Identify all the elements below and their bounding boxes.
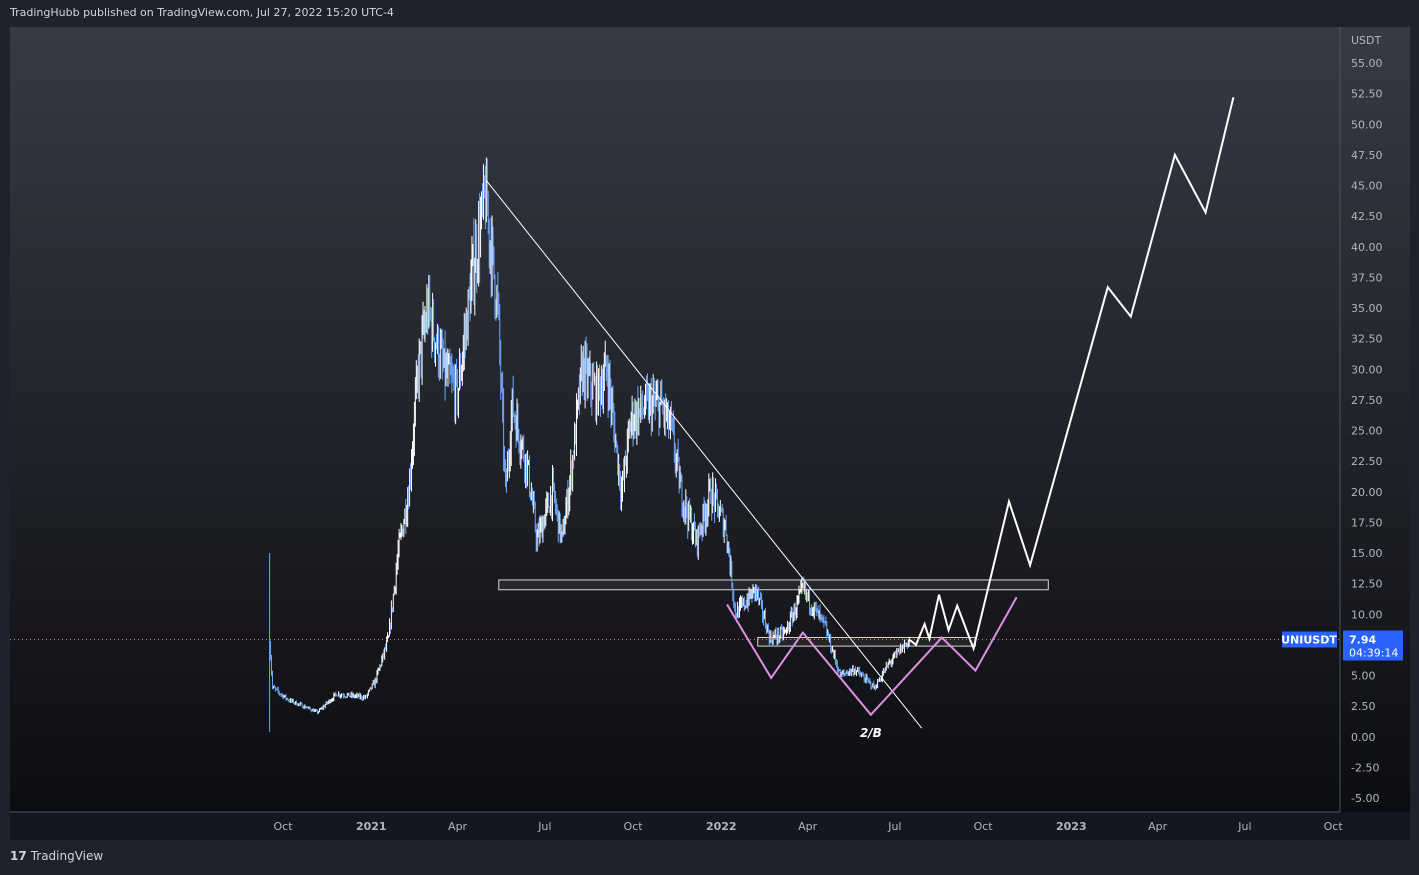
y-tick-label: 20.00 [1351, 486, 1383, 499]
y-tick-label: 55.00 [1351, 57, 1383, 70]
y-tick-label: 17.50 [1351, 516, 1383, 529]
price-axis[interactable] [1340, 27, 1410, 812]
price-chart[interactable]: USDT 55.00 52.50 50.00 47.50 45.00 42.50 40.00… [10, 27, 1410, 840]
x-tick-label: Apr [798, 820, 818, 833]
y-tick-label: 35.00 [1351, 302, 1383, 315]
y-tick-label: -5.00 [1351, 792, 1379, 805]
tv-logo-icon: 𝟭𝟳 [10, 849, 27, 863]
x-tick-label: Oct [1324, 820, 1344, 833]
plot-background [10, 27, 1340, 812]
y-tick-label: 5.00 [1351, 670, 1376, 683]
y-tick-label: 22.50 [1351, 455, 1383, 468]
x-tick-label: Jul [1237, 820, 1251, 833]
y-tick-label: 30.00 [1351, 363, 1383, 376]
x-tick-label: Apr [448, 820, 468, 833]
y-tick-label: 25.00 [1351, 425, 1383, 438]
y-tick-label: 12.50 [1351, 578, 1383, 591]
y-tick-label: 10.00 [1351, 608, 1383, 621]
chart-area[interactable]: USDT 55.00 52.50 50.00 47.50 45.00 42.50 40.00… [10, 27, 1410, 840]
last-price: 7.94 [1349, 633, 1376, 646]
x-tick-label: Oct [974, 820, 994, 833]
symbol-label: UNIUSDT [1281, 633, 1337, 646]
x-tick-label: Oct [274, 820, 294, 833]
y-tick-label: 40.00 [1351, 241, 1383, 254]
x-tick-label: Jul [887, 820, 901, 833]
y-tick-label: 37.50 [1351, 271, 1383, 284]
currency-label: USDT [1351, 34, 1382, 47]
support-zone [498, 579, 1049, 591]
y-tick-label: 32.50 [1351, 333, 1383, 346]
publish-info: TradingHubb published on TradingView.com… [10, 6, 394, 19]
x-tick-label: 2023 [1056, 820, 1087, 833]
x-tick-label: 2021 [356, 820, 387, 833]
wave-label: 2/B [860, 726, 882, 740]
y-tick-label: 2.50 [1351, 700, 1376, 713]
y-tick-label: 42.50 [1351, 210, 1383, 223]
y-tick-label: 45.00 [1351, 180, 1383, 193]
y-tick-label: 27.50 [1351, 394, 1383, 407]
y-tick-label: 50.00 [1351, 118, 1383, 131]
y-tick-label: -2.50 [1351, 761, 1379, 774]
y-tick-label: 0.00 [1351, 731, 1376, 744]
tradingview-logo[interactable]: 𝟭𝟳 TradingView [10, 849, 103, 863]
x-tick-label: 2022 [706, 820, 737, 833]
footer-brand: TradingView [30, 849, 104, 863]
y-tick-label: 52.50 [1351, 88, 1383, 101]
x-tick-label: Oct [624, 820, 644, 833]
x-tick-label: Jul [537, 820, 551, 833]
x-tick-label: Apr [1148, 820, 1168, 833]
y-tick-label: 15.00 [1351, 547, 1383, 560]
y-tick-label: 47.50 [1351, 149, 1383, 162]
bar-countdown: 04:39:14 [1349, 646, 1398, 659]
